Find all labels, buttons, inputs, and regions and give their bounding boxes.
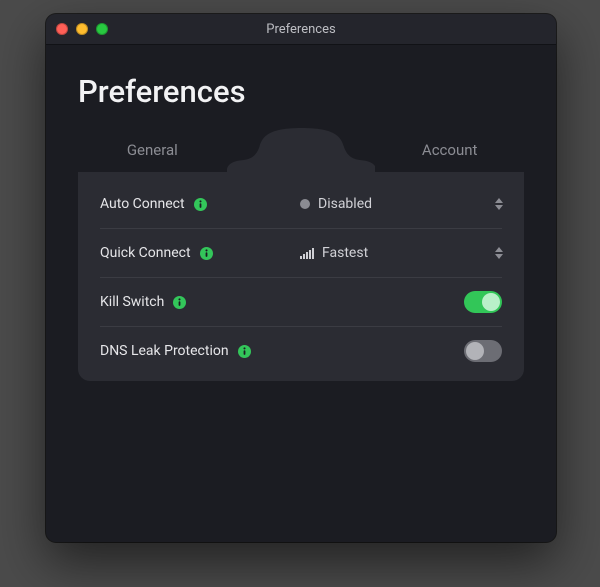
toggle-kill-switch[interactable] bbox=[464, 291, 502, 313]
row-value: Fastest bbox=[300, 245, 492, 261]
row-label: DNS Leak Protection bbox=[100, 343, 300, 359]
label-text: Kill Switch bbox=[100, 294, 164, 310]
preferences-window: Preferences Preferences General Connecti… bbox=[46, 14, 556, 542]
signal-bars-icon bbox=[300, 248, 314, 259]
titlebar: Preferences bbox=[46, 14, 556, 45]
toggle-knob bbox=[482, 293, 500, 311]
row-label: Kill Switch bbox=[100, 294, 300, 310]
toggle-dns-leak-protection[interactable] bbox=[464, 340, 502, 362]
info-icon[interactable] bbox=[200, 247, 213, 260]
content: Preferences General Connection Account A… bbox=[46, 45, 556, 381]
close-window-button[interactable] bbox=[56, 23, 68, 35]
dropdown-stepper[interactable] bbox=[492, 193, 506, 215]
window-controls bbox=[46, 23, 108, 35]
status-dot-icon bbox=[300, 199, 310, 209]
zoom-window-button[interactable] bbox=[96, 23, 108, 35]
chevron-down-icon bbox=[495, 205, 503, 210]
row-label: Auto Connect bbox=[100, 196, 300, 212]
info-icon[interactable] bbox=[238, 345, 251, 358]
info-icon[interactable] bbox=[194, 198, 207, 211]
chevron-up-icon bbox=[495, 198, 503, 203]
toggle-knob bbox=[466, 342, 484, 360]
label-text: DNS Leak Protection bbox=[100, 343, 229, 359]
settings-panel: Auto Connect Disabled bbox=[78, 172, 524, 381]
row-quick-connect: Quick Connect bbox=[100, 229, 502, 278]
tab-account[interactable]: Account bbox=[375, 128, 524, 172]
minimize-window-button[interactable] bbox=[76, 23, 88, 35]
window-title: Preferences bbox=[46, 22, 556, 37]
value-text: Disabled bbox=[318, 196, 372, 212]
label-text: Auto Connect bbox=[100, 196, 185, 212]
page-title: Preferences bbox=[78, 73, 524, 110]
tab-label: General bbox=[127, 141, 178, 159]
tabs: General Connection Account bbox=[78, 128, 524, 172]
tab-label: Account bbox=[422, 141, 478, 159]
row-kill-switch: Kill Switch bbox=[100, 278, 502, 327]
value-text: Fastest bbox=[322, 245, 368, 261]
dropdown-stepper[interactable] bbox=[492, 242, 506, 264]
row-dns-leak-protection: DNS Leak Protection bbox=[100, 327, 502, 375]
chevron-up-icon bbox=[495, 247, 503, 252]
row-value: Disabled bbox=[300, 196, 492, 212]
info-icon[interactable] bbox=[173, 296, 186, 309]
row-auto-connect: Auto Connect Disabled bbox=[100, 180, 502, 229]
chevron-down-icon bbox=[495, 254, 503, 259]
row-label: Quick Connect bbox=[100, 245, 300, 261]
label-text: Quick Connect bbox=[100, 245, 191, 261]
tab-general[interactable]: General bbox=[78, 128, 227, 172]
